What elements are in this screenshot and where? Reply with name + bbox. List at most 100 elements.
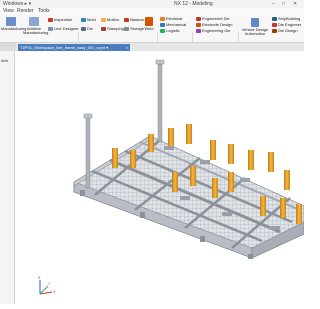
foot [140, 212, 145, 218]
mechanical-icon [160, 23, 165, 27]
stamping-label: Stamping [107, 26, 124, 31]
menu-view[interactable]: View [3, 8, 14, 15]
shipbuilding-icon [272, 17, 277, 21]
fixture-block [130, 150, 136, 168]
z-axis-label: Z [38, 275, 41, 280]
fixture-block [168, 128, 174, 148]
inspection-button[interactable]: Inspection [48, 17, 72, 22]
stamping-button[interactable]: Stamping [101, 26, 124, 31]
inspection-label: Inspection [54, 17, 73, 22]
tab-strip-left [0, 43, 16, 51]
fixture-block [248, 150, 254, 170]
title-bar: Windows ▸ ▾ NX 12 - Modeling – □ ✕ [0, 0, 304, 8]
weld-icon [145, 17, 153, 26]
engineering-die-icon [196, 29, 201, 33]
manufacturing-button[interactable]: Manufacturing [1, 17, 26, 31]
foot [200, 236, 205, 242]
graphics-viewport[interactable]: Z X Y [15, 51, 305, 304]
bracket [180, 196, 190, 200]
mold-icon [81, 18, 86, 22]
document-tab-label: TZP01_Workspace_line_frame_assy_001_w.pr… [20, 45, 109, 50]
mold-button[interactable]: Mold [81, 17, 96, 22]
foot [248, 254, 253, 259]
fixture-block [280, 198, 286, 218]
mechanical-button[interactable]: Mechanical [160, 22, 186, 27]
view-triad[interactable]: Z X Y [38, 275, 56, 295]
line-designer-icon [48, 27, 53, 31]
engineering-die-label: Engineering Die [202, 28, 231, 33]
ribbon: Manufacturing Additive Manufacturing Ins… [0, 15, 304, 54]
die-label: Die [87, 26, 94, 31]
vehicle-design-automation-button[interactable]: Vehicle Design Automation [240, 18, 270, 36]
window-menu-label[interactable]: Windows ▸ ▾ [3, 0, 31, 8]
menu-tools[interactable]: Tools [38, 8, 50, 15]
close-tab-icon[interactable]: × [126, 44, 128, 51]
die-design-label: Die Design [278, 28, 298, 33]
die-engineer-icon [272, 23, 277, 27]
x-axis-label: X [53, 289, 56, 294]
bracket [200, 160, 210, 164]
logistic-icon [160, 29, 165, 33]
logistic-label: Logistic [166, 28, 180, 33]
electrode-design-label: Electrode Design [202, 22, 233, 27]
motion-label: Motion [107, 17, 120, 22]
electrical-button[interactable]: Electrical [160, 16, 182, 21]
motion-icon [101, 18, 106, 22]
engineered-die-button[interactable]: Engineered Die [196, 16, 230, 21]
fixture-block [210, 140, 216, 160]
bracket [270, 226, 280, 230]
maximize-button[interactable]: □ [282, 0, 285, 8]
die-design-icon [272, 29, 277, 33]
fixture-block [190, 166, 196, 186]
tall-post [85, 115, 91, 189]
line-designer-button[interactable]: Line Designer [48, 26, 79, 31]
minimize-button[interactable]: – [272, 0, 275, 8]
fixture-block [212, 178, 218, 198]
die-engineer-label: Die Engineer [278, 22, 302, 27]
engineered-die-label: Engineered Die [202, 16, 230, 21]
stamping-icon [101, 27, 106, 31]
resource-bar[interactable]: dels [0, 51, 15, 304]
weld-button[interactable]: Weld [142, 17, 156, 31]
die-design-button[interactable]: Die Design [272, 28, 298, 33]
manufacturing-icon [6, 17, 16, 26]
logistic-button[interactable]: Logistic [160, 28, 180, 33]
die-engineer-button[interactable]: Die Engineer [272, 22, 301, 27]
y-axis-label: Y [48, 281, 51, 286]
mold-label: Mold [87, 17, 96, 22]
window-title: NX 12 - Modeling [174, 1, 213, 7]
mechanical-label: Mechanical [166, 22, 187, 27]
bracket [164, 146, 174, 150]
electrical-icon [160, 17, 165, 21]
additive-manufacturing-button[interactable]: Additive Manufacturing [23, 17, 49, 35]
fixture-block [148, 134, 154, 152]
shipbuilding-label: ShipBuilding [278, 16, 301, 21]
line-designer-label: Line Designer [54, 26, 79, 31]
nastran-button[interactable]: Nastran [124, 17, 144, 22]
close-button[interactable]: ✕ [293, 0, 297, 8]
nastran-icon [124, 18, 129, 22]
fixture-block [260, 196, 266, 216]
document-tab[interactable]: TZP01_Workspace_line_frame_assy_001_w.pr… [18, 44, 130, 51]
engineering-die-button[interactable]: Engineering Die [196, 28, 230, 33]
fixture-block [296, 204, 302, 224]
vehicle-design-icon [251, 18, 259, 27]
shipbuilding-button[interactable]: ShipBuilding [272, 16, 300, 21]
fixture-block [268, 152, 274, 172]
die-button[interactable]: Die [81, 26, 93, 31]
additive-manufacturing-label: Additive Manufacturing [23, 26, 49, 35]
engineered-die-icon [196, 17, 201, 21]
motion-button[interactable]: Motion [101, 17, 119, 22]
storage-button[interactable]: Storage [124, 26, 144, 31]
tall-post [157, 61, 163, 143]
post-cap [83, 113, 93, 119]
inspection-icon [48, 18, 53, 22]
electrode-design-button[interactable]: Electrode Design [196, 22, 232, 27]
fixture-block [228, 172, 234, 192]
menu-render[interactable]: Render [17, 8, 33, 15]
menu-bar: View Render Tools [0, 8, 304, 15]
fixture-block [112, 148, 118, 168]
electrical-label: Electrical [166, 16, 183, 21]
die-icon [81, 27, 86, 31]
model-view[interactable]: Z X Y [15, 51, 305, 304]
